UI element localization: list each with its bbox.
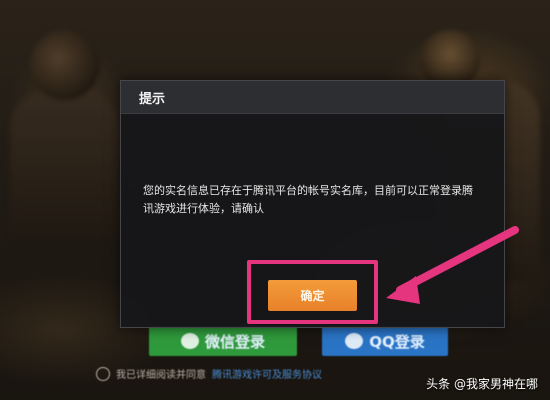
dialog-title: 提示 — [139, 91, 166, 107]
confirm-button[interactable]: 确定 — [268, 280, 357, 311]
qq-login-label: QQ登录 — [369, 332, 425, 351]
qq-login-button[interactable]: QQ登录 — [322, 326, 448, 356]
pointer-arrow — [386, 226, 519, 304]
dialog-message: 您的实名信息已存在于腾讯平台的帐号实名库，目前可以正常登录腾讯游戏进行体验，请确… — [143, 184, 473, 215]
wechat-login-label: 微信登录 — [204, 332, 265, 351]
wechat-icon — [180, 333, 199, 349]
dialog-header: 提示 — [121, 81, 504, 114]
agreement-checkbox[interactable] — [96, 366, 110, 381]
agreement-row: 我已详细阅读并同意 腾讯游戏许可及服务协议 — [96, 366, 322, 381]
wechat-login-button[interactable]: 微信登录 — [149, 326, 297, 356]
qq-icon — [345, 333, 364, 349]
agreement-link[interactable]: 腾讯游戏许可及服务协议 — [212, 366, 322, 381]
watermark: 头条 @我家男神在哪 — [426, 377, 538, 391]
agreement-text: 我已详细阅读并同意 — [116, 370, 206, 381]
